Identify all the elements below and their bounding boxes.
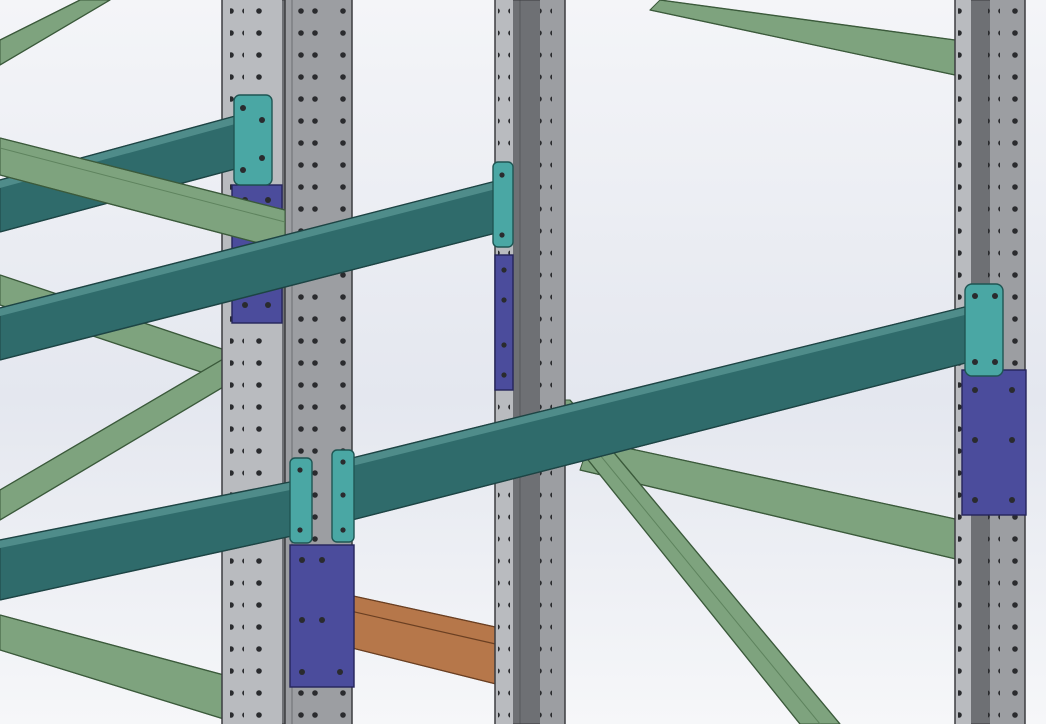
connector-middle-top[interactable] — [492, 161, 514, 248]
connector-left-top[interactable] — [233, 94, 273, 186]
plate-left-lower[interactable] — [289, 544, 355, 688]
connector-right[interactable] — [964, 283, 1004, 377]
plate-right[interactable] — [961, 369, 1027, 516]
connector-left-lower-a[interactable] — [289, 457, 313, 544]
cad-viewport[interactable] — [0, 0, 1046, 724]
plate-middle[interactable] — [494, 254, 514, 391]
rack-assembly-model[interactable] — [0, 0, 1046, 724]
connector-left-lower-b[interactable] — [331, 449, 355, 543]
